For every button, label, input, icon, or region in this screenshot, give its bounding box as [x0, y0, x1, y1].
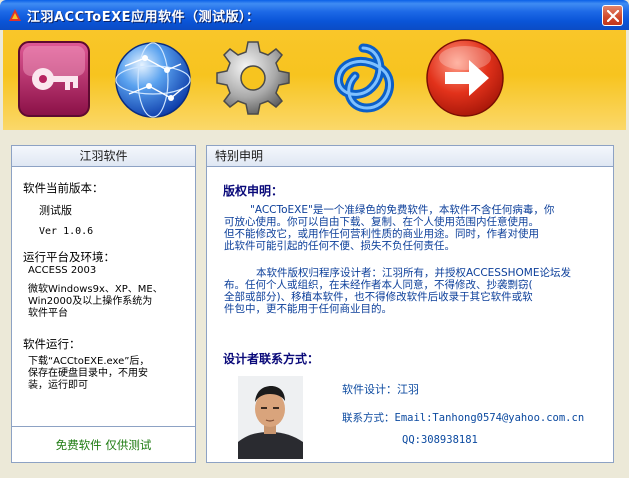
- copyright-para2-line3: 全部或部分)、移植本软件，也不得修改软件后收录于其它软件或软: [224, 291, 533, 303]
- version-edition: 测试版: [39, 204, 72, 217]
- platform-os-line3: 软件平台: [28, 308, 68, 319]
- trefoil-knot-icon: [334, 43, 394, 113]
- platform-os-line1: 微软Windows9x、XP、ME、: [28, 284, 163, 295]
- platform-heading: 运行平台及环境：: [23, 250, 115, 264]
- window-title: 江羽ACCToEXE应用软件（测试版）：: [27, 10, 260, 25]
- platform-os-line2: Win2000及以上操作系统为: [28, 296, 153, 307]
- designer-photo: [238, 376, 303, 459]
- copyright-para2-line4: 件包中，更不能用于任何商业目的。: [224, 303, 392, 315]
- copyright-para2-line1: 本软件版权归程序设计者：江羽所有，并授权ACCESSHOME论坛发: [256, 267, 571, 279]
- toolbar: [3, 30, 626, 130]
- arrow-right-icon: [426, 39, 504, 117]
- copyright-title: 版权申明：: [223, 184, 284, 198]
- title-bar[interactable]: 江羽ACCToEXE应用软件（测试版）：: [0, 0, 629, 30]
- close-button[interactable]: [602, 5, 623, 26]
- version-heading: 软件当前版本：: [23, 181, 104, 195]
- designer-qq: QQ:308938181: [402, 434, 478, 446]
- run-heading: 软件运行：: [23, 337, 81, 351]
- copyright-para1-line2: 可放心使用。你可以自由下载、复制、在个人使用范围内任意使用。: [224, 216, 539, 228]
- designer-email: 联系方式：Email:Tanhong0574@yahoo.com.cn: [342, 412, 585, 424]
- copyright-para1-line3: 但不能修改它，或用作任何营利性质的商业用途。同时，作者对使用: [224, 228, 539, 240]
- app-icon: [7, 7, 23, 23]
- run-line3: 装，运行即可: [28, 380, 88, 391]
- free-software-note: 免费软件 仅供测试: [12, 426, 195, 462]
- panel-body: 软件当前版本： 测试版 Ver 1.0.6 运行平台及环境： ACCESS 20…: [12, 167, 195, 426]
- software-info-panel: 江羽软件 软件当前版本： 测试版 Ver 1.0.6 运行平台及环境： ACCE…: [11, 145, 196, 463]
- gear-icon: [216, 41, 290, 115]
- settings-button[interactable]: [209, 36, 293, 122]
- globe-network-button[interactable]: [111, 36, 195, 122]
- panel-body: 版权申明： "ACCToEXE"是一个准绿色的免费软件，本软件不含任何病毒，你 …: [207, 167, 613, 462]
- copyright-para2-line2: 布。任何个人或组织，在未经作者本人同意，不得修改、抄袭剽窃(: [224, 279, 533, 291]
- trefoil-knot-button[interactable]: [321, 36, 405, 122]
- run-line2: 保存在硬盘目录中，不用安: [28, 368, 148, 379]
- access-key-button[interactable]: [13, 36, 97, 122]
- globe-network-icon: [115, 42, 191, 118]
- app-window: 江羽ACCToEXE应用软件（测试版）： 江羽软件 软件当前版本： 测试版 Ve…: [0, 0, 629, 478]
- designer-name: 软件设计：江羽: [342, 383, 419, 396]
- copyright-para1-line4: 此软件可能引起的任何不便、损失不负任何责任。: [224, 240, 455, 252]
- declaration-panel: 特别申明 版权申明： "ACCToEXE"是一个准绿色的免费软件，本软件不含任何…: [206, 145, 614, 463]
- panel-header: 江羽软件: [12, 146, 195, 167]
- access-key-icon: [18, 41, 90, 117]
- designer-contact-title: 设计者联系方式：: [223, 352, 320, 366]
- next-button[interactable]: [423, 36, 507, 122]
- panel-header: 特别申明: [207, 146, 613, 167]
- close-icon: [607, 10, 619, 22]
- run-line1: 下载“ACCtoEXE.exe”后，: [28, 356, 150, 367]
- copyright-para1-line1: "ACCToEXE"是一个准绿色的免费软件，本软件不含任何病毒，你: [250, 204, 555, 216]
- platform-access: ACCESS 2003: [28, 265, 97, 276]
- version-number: Ver 1.0.6: [39, 226, 94, 237]
